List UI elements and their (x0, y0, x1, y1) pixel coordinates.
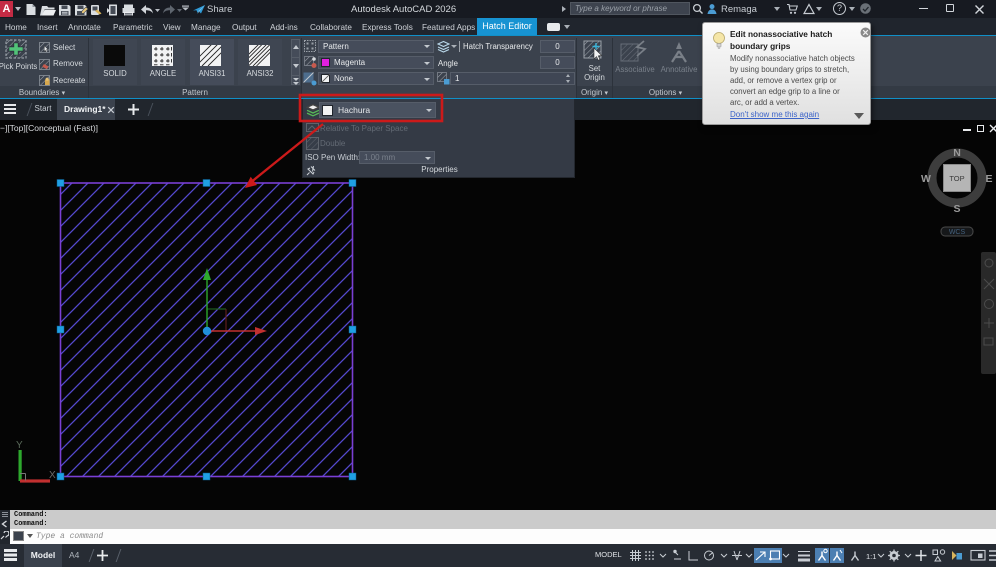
svg-text:S: S (953, 203, 960, 215)
svg-text:Y: Y (16, 440, 23, 451)
svg-text:W: W (921, 173, 931, 185)
svg-text:N: N (953, 147, 961, 159)
svg-text:WCS: WCS (949, 229, 966, 236)
svg-text:1:1: 1:1 (866, 552, 876, 561)
svg-text:X: X (49, 470, 56, 481)
svg-text:TOP: TOP (949, 174, 964, 183)
svg-text:E: E (985, 173, 992, 185)
